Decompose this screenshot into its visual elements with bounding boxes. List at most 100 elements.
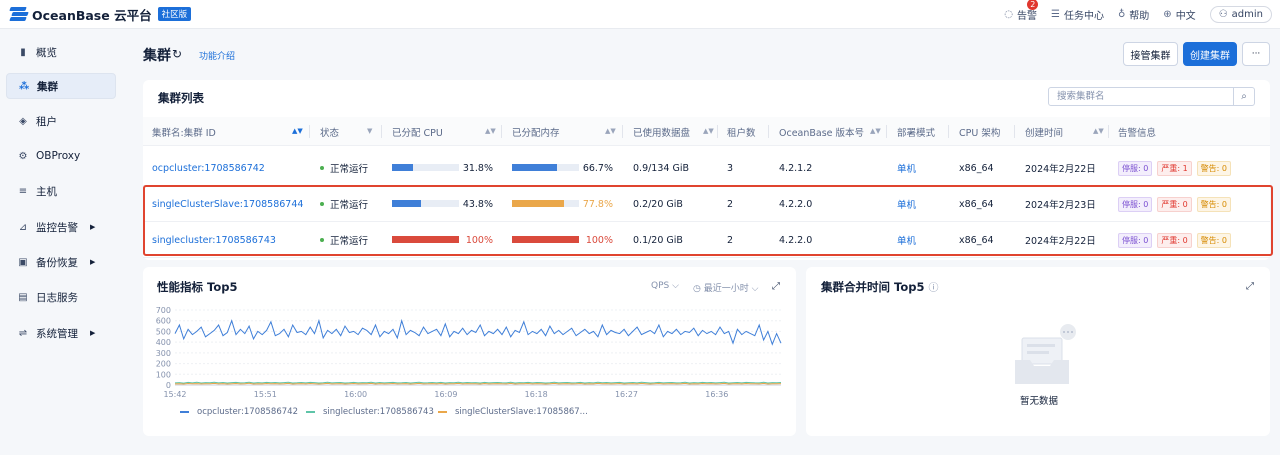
cpu-usage-pct: 31.8% [462, 162, 493, 174]
cluster-name-link[interactable]: singleClusterSlave:1708586744 [152, 186, 303, 222]
cpu-arch: x86_64 [959, 162, 994, 174]
created-time: 2024年2月22日 [1025, 236, 1096, 247]
host-icon: ≡ [18, 185, 28, 197]
globe-icon: ⊕ [1163, 8, 1172, 20]
feature-intro-link[interactable]: 功能介绍 [199, 49, 235, 62]
time-range-value: 最近一小时 [703, 284, 749, 294]
tenant-icon: ◈ [19, 115, 27, 127]
critical-alert-tag[interactable]: 严重: 0 [1157, 196, 1192, 212]
backup-icon: ▣ [18, 256, 28, 268]
search-icon[interactable]: ⌕ [1233, 88, 1254, 105]
table-row: ocpcluster:1708586742 正常运行 31.8% 66.7% 0… [143, 150, 1270, 186]
alert-tags: 停服: 0 严重: 0 警告: 0 [1118, 186, 1236, 222]
usage-bar-fill [392, 164, 414, 171]
chevron-right-icon: ▶ [90, 329, 96, 337]
col-created[interactable]: 创建时间 [1025, 117, 1063, 146]
y-tick-label: 700 [156, 306, 171, 315]
col-cpu[interactable]: 已分配 CPU [392, 117, 443, 146]
created-time: 2024年2月22日 [1025, 164, 1096, 175]
deploy-mode-link[interactable]: 单机 [897, 150, 916, 186]
warning-alert-tag[interactable]: 警告: 0 [1196, 160, 1231, 176]
log-icon: ▤ [18, 291, 28, 303]
sort-icon[interactable]: ▲▼ [292, 127, 303, 135]
critical-alert-tag[interactable]: 严重: 0 [1157, 232, 1192, 248]
task-center-button[interactable]: ☰ 任务中心 [1051, 7, 1104, 22]
create-cluster-button[interactable]: 创建集群 [1183, 42, 1237, 66]
usage-bar-fill [512, 200, 565, 207]
sidebar-item-label: 主机 [36, 185, 57, 198]
col-cluster-name[interactable]: 集群名:集群 ID [152, 117, 216, 146]
legend-item[interactable]: singlecluster:1708586743 [306, 407, 434, 417]
sidebar-item-logs[interactable]: ▤ 日志服务 [6, 284, 116, 310]
memory-usage-pct: 66.7% [582, 162, 613, 174]
sidebar-item-backup[interactable]: ▣ 备份恢复 ▶ [6, 249, 116, 275]
performance-line-chart: 010020030040050060070015:42 15:51 16:00 16:… [156, 306, 782, 399]
metric-select[interactable]: QPS ⌵ [651, 281, 679, 291]
language-button[interactable]: ⊕ 中文 [1163, 7, 1195, 22]
takeover-cluster-button[interactable]: 接管集群 [1123, 42, 1178, 66]
cluster-search-input[interactable] [1049, 88, 1233, 105]
table-header: 集群名:集群 ID ▲▼ 状态 ▼ 已分配 CPU ▲▼ 已分配内存 ▲▼ 已使… [143, 117, 1270, 146]
sort-icon[interactable]: ▲▼ [703, 127, 714, 135]
alerts-count-badge: 2 [1027, 0, 1039, 10]
sort-icon[interactable]: ▲▼ [605, 127, 616, 135]
sort-icon[interactable]: ▲▼ [870, 127, 881, 135]
settings-icon: ⇌ [18, 327, 28, 339]
user-name: admin [1231, 8, 1263, 20]
sidebar-item-monitoring[interactable]: ⊿ 监控告警 ▶ [6, 214, 116, 240]
col-version[interactable]: OceanBase 版本号 [779, 117, 864, 146]
table-row: singlecluster:1708586743 正常运行 100% 100% … [143, 222, 1270, 258]
col-deploy-mode: 部署模式 [897, 127, 936, 139]
sort-icon[interactable]: ▲▼ [485, 127, 496, 135]
sidebar-item-system[interactable]: ⇌ 系统管理 ▶ [6, 320, 116, 346]
cpu-usage-bar [392, 200, 459, 207]
help-button[interactable]: ♁ 帮助 [1118, 7, 1149, 22]
cluster-name-link[interactable]: ocpcluster:1708586742 [152, 150, 265, 186]
user-icon: ⚇ [1218, 8, 1228, 20]
time-range-select[interactable]: ◷ 最近一小时 ⌵ [693, 281, 758, 294]
deploy-mode-link[interactable]: 单机 [897, 186, 916, 222]
expand-icon[interactable]: ⤢ [1246, 281, 1254, 292]
x-tick-label: 16:09 [434, 390, 457, 399]
sort-icon[interactable]: ▲▼ [1093, 127, 1104, 135]
help-circle-icon[interactable]: ⓘ [928, 283, 938, 294]
ob-version: 4.2.2.0 [779, 234, 813, 246]
stop-alert-tag[interactable]: 停服: 0 [1118, 196, 1153, 212]
memory-usage-bar [512, 200, 579, 207]
status-dot-icon [320, 238, 324, 242]
refresh-icon[interactable]: ↻ [172, 47, 182, 61]
x-tick-label: 16:36 [705, 390, 728, 399]
proxy-icon: ⚙ [18, 150, 28, 162]
y-tick-label: 300 [156, 349, 171, 358]
page-title: 集群 [143, 48, 171, 64]
user-menu[interactable]: ⚇ admin [1209, 5, 1272, 23]
critical-alert-tag[interactable]: 严重: 1 [1157, 160, 1192, 176]
alerts-button[interactable]: ◌ 告警 2 [1004, 0, 1039, 22]
legend-item[interactable]: ocpcluster:1708586742 [180, 407, 298, 417]
memory-usage-bar [512, 164, 579, 171]
sidebar-item-cluster[interactable]: ⁂ 集群 [6, 73, 116, 99]
ob-version: 4.2.1.2 [779, 162, 813, 174]
legend-item[interactable]: singleClusterSlave:17085867... [438, 407, 588, 417]
y-tick-label: 100 [156, 370, 171, 379]
warning-alert-tag[interactable]: 警告: 0 [1196, 196, 1231, 212]
sidebar-item-overview[interactable]: ▮ 概览 [6, 39, 116, 65]
expand-icon[interactable]: ⤢ [772, 281, 780, 292]
sidebar-item-host[interactable]: ≡ 主机 [6, 178, 116, 204]
more-button[interactable]: ··· [1242, 42, 1270, 66]
filter-icon[interactable]: ▼ [367, 127, 372, 135]
col-memory[interactable]: 已分配内存 [512, 117, 560, 146]
brand-logo[interactable]: OceanBase 云平台 社区版 [9, 5, 192, 24]
deploy-mode-link[interactable]: 单机 [897, 222, 916, 258]
stop-alert-tag[interactable]: 停服: 0 [1118, 232, 1153, 248]
sidebar-item-obproxy[interactable]: ⚙ OBProxy [6, 143, 116, 169]
stop-alert-tag[interactable]: 停服: 0 [1118, 160, 1153, 176]
col-disk[interactable]: 已使用数据盘 [633, 117, 690, 146]
cluster-name-link[interactable]: singlecluster:1708586743 [152, 222, 276, 258]
empty-state-text: 暂无数据 [1020, 396, 1059, 407]
warning-alert-tag[interactable]: 警告: 0 [1196, 232, 1231, 248]
sidebar-item-tenant[interactable]: ◈ 租户 [6, 108, 116, 134]
edition-badge: 社区版 [157, 7, 192, 21]
memory-usage-pct: 77.8% [582, 198, 613, 210]
cluster-icon: ⁂ [19, 80, 30, 92]
